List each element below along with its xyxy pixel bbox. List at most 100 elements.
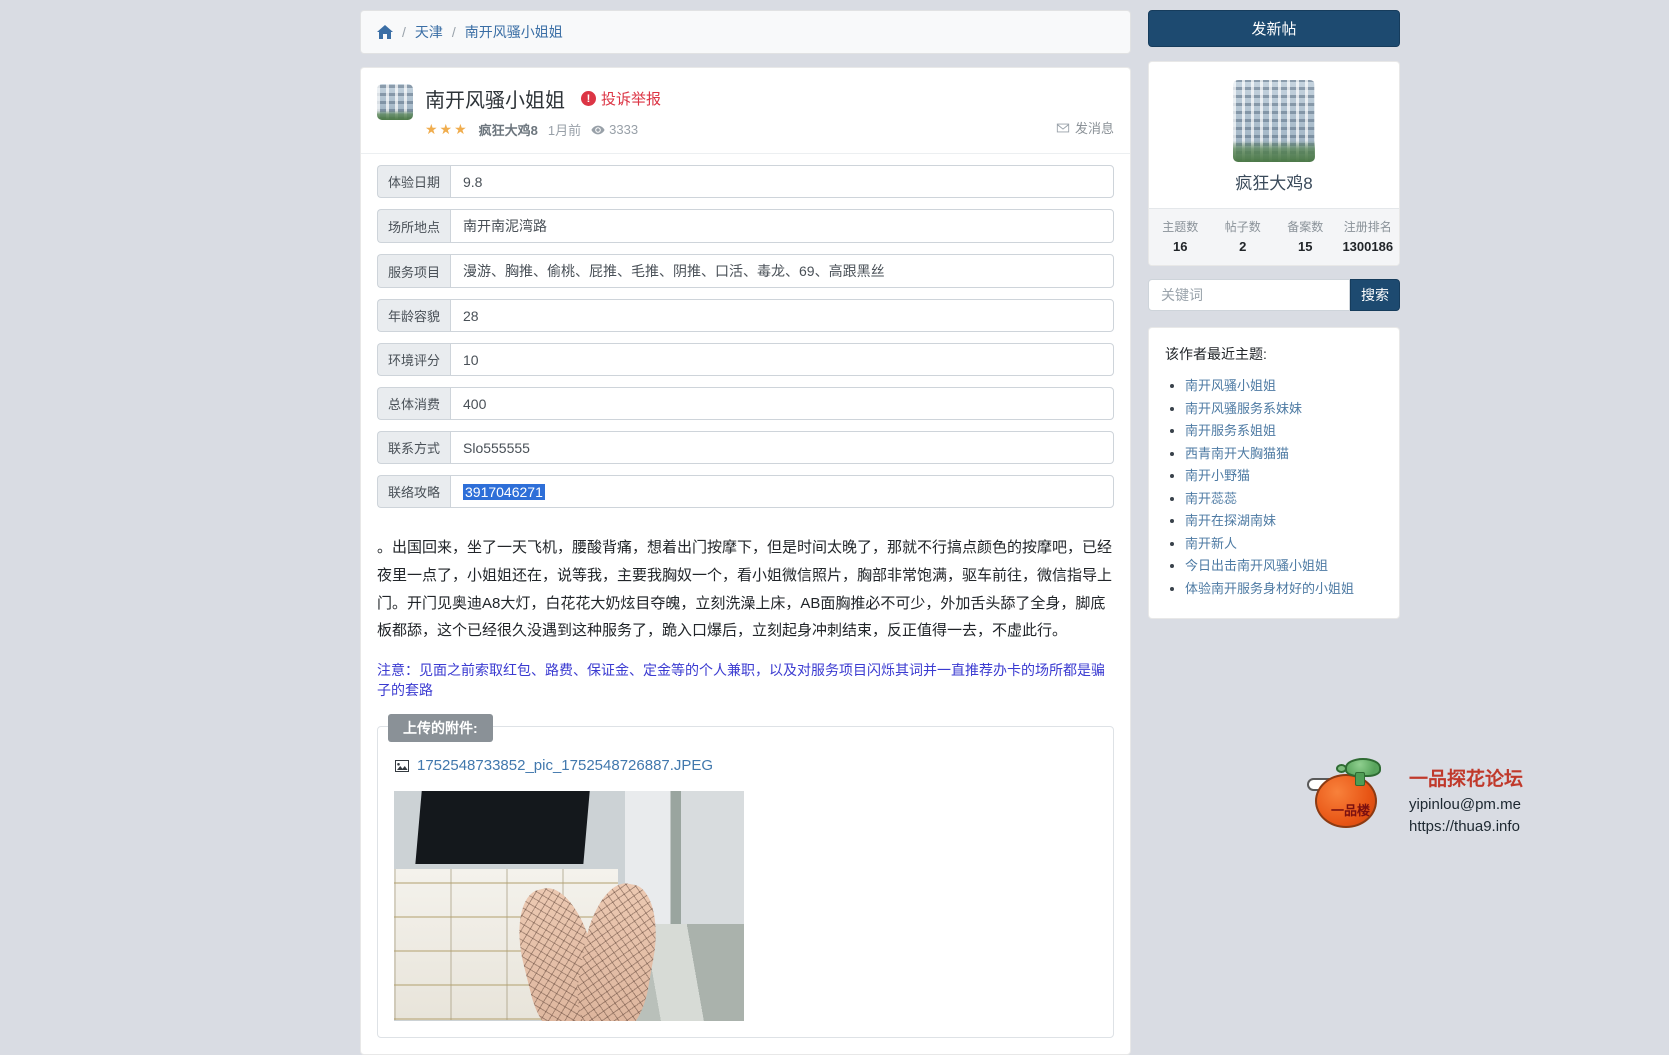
home-icon: [377, 24, 393, 40]
list-item: 今日出击南开风骚小姐姐: [1185, 557, 1383, 575]
brand-text: 一品探花论坛 yipinlou@pm.me https://thua9.info: [1409, 752, 1523, 835]
send-message-label: 发消息: [1075, 118, 1114, 137]
search-button[interactable]: 搜索: [1350, 279, 1400, 311]
post-header-text: 南开风骚小姐姐 ! 投诉举报 ★★★ 疯狂大鸡8 1月前 3333: [425, 84, 661, 139]
header-divider: [361, 153, 1130, 154]
topic-link[interactable]: 南开服务系姐姐: [1185, 423, 1276, 438]
list-item: 南开服务系姐姐: [1185, 422, 1383, 440]
topic-link[interactable]: 南开小野猫: [1185, 468, 1250, 483]
selected-text: 3917046271: [463, 484, 545, 500]
attachment-photo[interactable]: [394, 791, 744, 1021]
field-label: 场所地点: [377, 209, 450, 243]
attachments-legend: 上传的附件:: [388, 714, 493, 742]
recent-topics-list: 南开风骚小姐姐 南开风骚服务系妹妹 南开服务系姐姐 西青南开大胸猫猫 南开小野猫…: [1185, 377, 1383, 597]
envelope-icon: [1056, 121, 1070, 135]
list-item: 西青南开大胸猫猫: [1185, 445, 1383, 463]
image-icon: [394, 758, 410, 774]
photo-tv-shape: [415, 791, 590, 865]
attachment-file-name: 1752548733852_pic_1752548726887.JPEG: [417, 757, 713, 774]
topic-link[interactable]: 南开蕊蕊: [1185, 491, 1237, 506]
list-item: 体验南开服务身材好的小姐姐: [1185, 580, 1383, 598]
site-brand: 一品楼 一品探花论坛 yipinlou@pm.me https://thua9.…: [1311, 752, 1523, 835]
turtle-icon: [1336, 764, 1347, 773]
post-card: 南开风骚小姐姐 ! 投诉举报 ★★★ 疯狂大鸡8 1月前 3333: [360, 67, 1131, 1055]
topic-link[interactable]: 今日出击南开风骚小姐姐: [1185, 558, 1328, 573]
send-message-link[interactable]: 发消息: [1056, 118, 1114, 137]
sidebar-author-avatar: [1233, 80, 1315, 162]
topic-link[interactable]: 南开在探湖南妹: [1185, 513, 1276, 528]
breadcrumb-separator: /: [452, 24, 456, 40]
topic-link[interactable]: 西青南开大胸猫猫: [1185, 446, 1289, 461]
field-value-input[interactable]: 10: [450, 343, 1114, 376]
list-item: 南开小野猫: [1185, 467, 1383, 485]
list-item: 南开在探湖南妹: [1185, 512, 1383, 530]
field-value-input[interactable]: 400: [450, 387, 1114, 420]
topic-link[interactable]: 南开风骚小姐姐: [1185, 378, 1276, 393]
field-row-total-cost: 总体消费 400: [377, 387, 1114, 420]
field-label: 服务项目: [377, 254, 450, 288]
field-value-input[interactable]: 9.8: [450, 165, 1114, 198]
field-row-experience-date: 体验日期 9.8: [377, 165, 1114, 198]
report-label: 投诉举报: [601, 88, 661, 109]
breadcrumb: / 天津 / 南开风骚小姐姐: [360, 10, 1131, 54]
field-label: 联络攻略: [377, 475, 450, 508]
field-row-environment-score: 环境评分 10: [377, 343, 1114, 376]
logo-text: 一品楼: [1331, 800, 1370, 819]
breadcrumb-separator: /: [402, 24, 406, 40]
stat-records: 备案数 15: [1274, 209, 1337, 265]
stat-posts: 帖子数 2: [1212, 209, 1275, 265]
field-label: 体验日期: [377, 165, 450, 198]
recent-topics-title: 该作者最近主题:: [1165, 344, 1383, 364]
list-item: 南开风骚小姐姐: [1185, 377, 1383, 395]
field-label: 年龄容貌: [377, 299, 450, 332]
field-row-contact-guide: 联络攻略 3917046271: [377, 475, 1114, 508]
author-card: 疯狂大鸡8 主题数 16 帖子数 2 备案数 15 注册排名 1300186: [1148, 61, 1400, 266]
post-meta: ★★★ 疯狂大鸡8 1月前 3333: [425, 120, 661, 139]
field-row-age: 年龄容貌 28: [377, 299, 1114, 332]
eye-icon: [591, 123, 605, 137]
post-time: 1月前: [548, 120, 581, 139]
field-row-location: 场所地点 南开南泥湾路: [377, 209, 1114, 243]
field-label: 总体消费: [377, 387, 450, 420]
stat-topics: 主题数 16: [1149, 209, 1212, 265]
field-label: 联系方式: [377, 431, 450, 464]
attachments-section: 上传的附件: 1752548733852_pic_1752548726887.J…: [377, 726, 1114, 1038]
field-row-contact: 联系方式 Slo555555: [377, 431, 1114, 464]
breadcrumb-home-link[interactable]: [377, 24, 393, 40]
field-value-input[interactable]: 3917046271: [450, 475, 1114, 508]
topic-link[interactable]: 体验南开服务身材好的小姐姐: [1185, 581, 1354, 596]
breadcrumb-item-tianjin[interactable]: 天津: [415, 22, 443, 42]
exclamation-circle-icon: !: [581, 91, 596, 106]
sidebar: 发新帖 疯狂大鸡8 主题数 16 帖子数 2 备案数 15 注册排名 13001…: [1148, 10, 1400, 619]
new-post-button[interactable]: 发新帖: [1148, 10, 1400, 47]
rating-stars-icon: ★★★: [425, 121, 469, 138]
site-email: yipinlou@pm.me: [1409, 796, 1523, 813]
cup-icon: [1355, 772, 1365, 786]
field-label: 环境评分: [377, 343, 450, 376]
field-value-input[interactable]: Slo555555: [450, 431, 1114, 464]
stat-register-rank: 注册排名 1300186: [1337, 209, 1400, 265]
author-stats: 主题数 16 帖子数 2 备案数 15 注册排名 1300186: [1149, 208, 1399, 265]
search-bar: 搜索: [1148, 279, 1400, 311]
list-item: 南开风骚服务系妹妹: [1185, 400, 1383, 418]
site-logo: 一品楼: [1311, 752, 1381, 832]
breadcrumb-item-current[interactable]: 南开风骚小姐姐: [465, 22, 563, 42]
report-link[interactable]: ! 投诉举报: [581, 88, 661, 109]
search-input[interactable]: [1148, 279, 1350, 311]
field-value-input[interactable]: 漫游、胸推、偷桃、屁推、毛推、阴推、口活、毒龙、69、高跟黑丝: [450, 254, 1114, 288]
field-row-services: 服务项目 漫游、胸推、偷桃、屁推、毛推、阴推、口活、毒龙、69、高跟黑丝: [377, 254, 1114, 288]
sidebar-author-name[interactable]: 疯狂大鸡8: [1149, 169, 1399, 194]
page-title: 南开风骚小姐姐: [425, 84, 565, 113]
post-author-avatar: [377, 84, 413, 120]
post-header: 南开风骚小姐姐 ! 投诉举报 ★★★ 疯狂大鸡8 1月前 3333: [377, 84, 1114, 139]
scam-notice: 注意：见面之前索取红包、路费、保证金、定金等的个人兼职，以及对服务项目闪烁其词并…: [377, 660, 1114, 700]
main-column: / 天津 / 南开风骚小姐姐 南开风骚小姐姐 ! 投诉举报 ★★★ 疯狂大鸡8 …: [360, 10, 1131, 1055]
field-value-input[interactable]: 南开南泥湾路: [450, 209, 1114, 243]
topic-link[interactable]: 南开新人: [1185, 536, 1237, 551]
attachment-file-link[interactable]: 1752548733852_pic_1752548726887.JPEG: [394, 757, 713, 774]
site-name: 一品探花论坛: [1409, 764, 1523, 791]
topic-link[interactable]: 南开风骚服务系妹妹: [1185, 401, 1302, 416]
view-count: 3333: [591, 122, 638, 137]
field-value-input[interactable]: 28: [450, 299, 1114, 332]
post-author-link[interactable]: 疯狂大鸡8: [479, 120, 538, 139]
